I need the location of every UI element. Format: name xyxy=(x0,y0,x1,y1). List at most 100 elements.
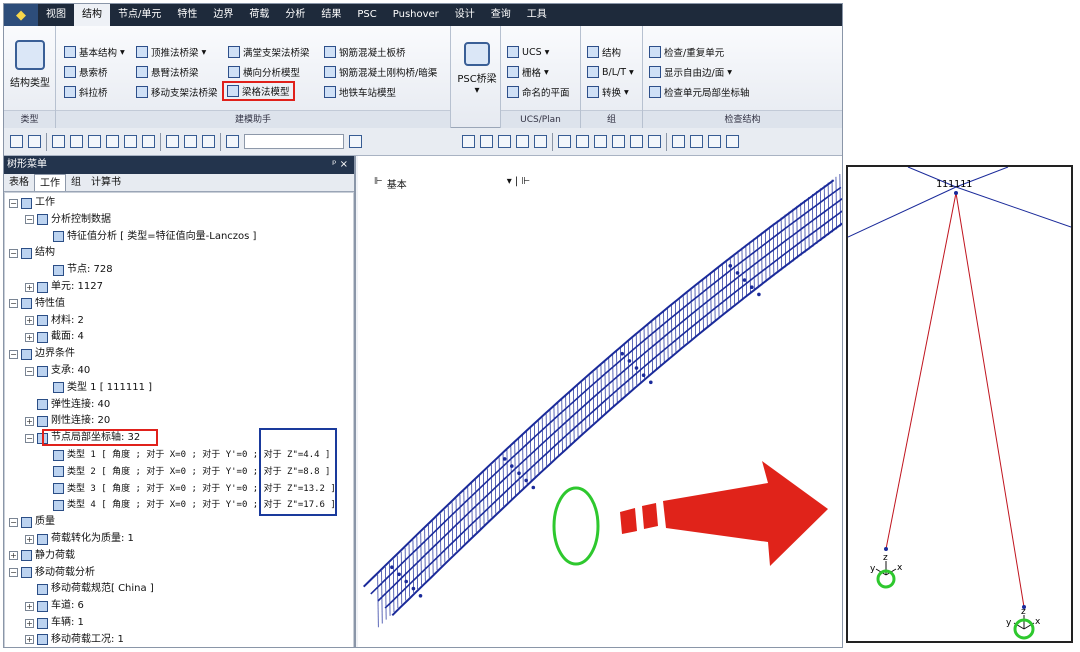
ucs-button[interactable]: UCS ▾ xyxy=(507,44,549,60)
tree-node[interactable]: 类型 1 [ 111111 ] xyxy=(41,380,152,396)
collapse-icon[interactable]: − xyxy=(9,198,18,208)
wizard-grillage[interactable]: 梁格法模型 xyxy=(222,81,295,101)
menu-item[interactable]: 荷载 xyxy=(241,4,277,26)
filter-icon[interactable] xyxy=(88,135,101,148)
tree-node[interactable]: + 截面: 4 xyxy=(25,329,84,345)
collapse-icon[interactable]: − xyxy=(9,517,18,527)
menu-item[interactable]: 工具 xyxy=(519,4,555,26)
menu-item[interactable]: Pushover xyxy=(385,4,447,26)
expand-icon[interactable]: + xyxy=(25,618,34,628)
menu-item[interactable]: 分析 xyxy=(277,4,313,26)
collapse-icon[interactable]: − xyxy=(9,349,18,359)
wizard-rc-slab[interactable]: 钢筋混凝土板桥 xyxy=(324,44,406,60)
psc-bridge-button[interactable]: PSC桥梁 ▾ xyxy=(455,42,499,96)
menu-item[interactable]: 结构 xyxy=(74,4,110,26)
tree-tab[interactable]: 组 xyxy=(66,174,86,191)
menu-item[interactable]: 特性 xyxy=(169,4,205,26)
selection-combo[interactable] xyxy=(244,134,344,149)
view-top-icon[interactable] xyxy=(498,135,511,148)
expand-icon[interactable]: + xyxy=(25,416,34,426)
tree-node[interactable]: + 车道: 6 xyxy=(25,598,84,614)
app-logo-icon[interactable]: ◆ xyxy=(4,4,38,26)
check-local-axis-button[interactable]: 检查单元局部坐标轴 xyxy=(649,84,750,100)
collapse-icon[interactable]: − xyxy=(25,215,34,225)
check-duplicate-button[interactable]: 检查/重复单元 xyxy=(649,44,724,60)
collapse-icon[interactable]: − xyxy=(25,433,34,443)
expand-icon[interactable]: + xyxy=(25,282,34,292)
tree-node[interactable]: − 支承: 40 xyxy=(25,363,90,379)
tree-node[interactable]: − 质量 xyxy=(9,514,55,530)
group-blt-button[interactable]: B/L/T ▾ xyxy=(587,64,634,80)
menu-item[interactable]: 结果 xyxy=(313,4,349,26)
show-free-edge-button[interactable]: 显示自由边/面 ▾ xyxy=(649,64,732,80)
tree-node[interactable]: 节点: 728 xyxy=(41,262,113,278)
tree-node[interactable]: + 单元: 1127 xyxy=(25,279,103,295)
view-side-icon[interactable] xyxy=(480,135,493,148)
pan-icon[interactable] xyxy=(594,135,607,148)
wizard-subway[interactable]: 地铁车站模型 xyxy=(324,84,396,100)
wizard-mss[interactable]: 移动支架法桥梁 xyxy=(136,84,218,100)
expand-icon[interactable]: + xyxy=(25,316,34,326)
tree-node[interactable]: 移动荷载规范[ China ] xyxy=(25,581,154,597)
tree-tab[interactable]: 工作 xyxy=(34,174,66,191)
tree-node[interactable]: − 边界条件 xyxy=(9,346,75,362)
menu-item[interactable]: PSC xyxy=(349,4,384,26)
menu-item[interactable]: 设计 xyxy=(447,4,483,26)
view-front-icon[interactable] xyxy=(462,135,475,148)
pointer-icon[interactable] xyxy=(226,135,239,148)
expand-icon[interactable]: + xyxy=(25,534,34,544)
wizard-basic-structure[interactable]: 基本结构 ▾ xyxy=(64,44,125,60)
collapse-icon[interactable]: − xyxy=(9,299,18,309)
collapse-icon[interactable]: − xyxy=(9,568,18,578)
tree-node[interactable]: 特征值分析 [ 类型=特征值向量-Lanczos ] xyxy=(41,229,256,245)
tree-node[interactable]: − 特性值 xyxy=(9,296,65,312)
wizard-transverse[interactable]: 横向分析模型 xyxy=(228,64,300,80)
menu-item[interactable]: 节点/单元 xyxy=(110,4,169,26)
pin-close-icon[interactable]: ᵖ × xyxy=(332,156,348,174)
wizard-fcm[interactable]: 悬臂法桥梁 xyxy=(136,64,199,80)
zoom-fit-icon[interactable] xyxy=(558,135,571,148)
tree-node[interactable]: − 移动荷载分析 xyxy=(9,565,95,581)
tree-node[interactable]: − 分析控制数据 xyxy=(25,212,111,228)
collapse-icon[interactable]: − xyxy=(25,366,34,376)
tree-node[interactable]: − 结构 xyxy=(9,245,55,261)
inactivate-icon[interactable] xyxy=(202,135,215,148)
wizard-cable-stayed[interactable]: 斜拉桥 xyxy=(64,84,108,100)
named-plane-button[interactable]: 命名的平面 xyxy=(507,84,570,100)
tree-node[interactable]: − 工作 xyxy=(9,195,55,211)
shrink-icon[interactable] xyxy=(690,135,703,148)
expand-icon[interactable]: + xyxy=(9,551,18,561)
tree-node[interactable]: + 材料: 2 xyxy=(25,313,84,329)
filter-dropdown-icon[interactable] xyxy=(349,135,362,148)
wizard-suspension[interactable]: 悬索桥 xyxy=(64,64,108,80)
tree-tab[interactable]: 计算书 xyxy=(86,174,126,191)
tree-node[interactable]: + 荷载转化为质量: 1 xyxy=(25,531,134,547)
activate-icon[interactable] xyxy=(184,135,197,148)
iso-view-icon[interactable] xyxy=(630,135,643,148)
wizard-fsm[interactable]: 满堂支架法桥梁 xyxy=(228,44,310,60)
tree-tab[interactable]: 表格 xyxy=(4,174,34,191)
menu-item[interactable]: 视图 xyxy=(38,4,74,26)
select-element-icon[interactable] xyxy=(124,135,137,148)
back-arrow-icon[interactable] xyxy=(10,135,23,148)
hidden-icon[interactable] xyxy=(648,135,661,148)
tree-node[interactable]: + 车辆: 1 xyxy=(25,615,84,631)
forward-arrow-icon[interactable] xyxy=(28,135,41,148)
select-window-icon[interactable] xyxy=(70,135,83,148)
unselect-icon[interactable] xyxy=(166,135,179,148)
display-icon[interactable] xyxy=(672,135,685,148)
menu-item[interactable]: 查询 xyxy=(483,4,519,26)
wizard-rc-frame[interactable]: 钢筋混凝土刚构桥/暗渠 xyxy=(324,64,437,80)
group-convert-button[interactable]: 转换 ▾ xyxy=(587,84,629,100)
group-structure-button[interactable]: 结构 xyxy=(587,44,621,60)
save-view-icon[interactable] xyxy=(708,135,721,148)
tree-node[interactable]: 弹性连接: 40 xyxy=(25,397,110,413)
structure-type-button[interactable]: 结构类型 xyxy=(8,40,52,89)
expand-icon[interactable]: + xyxy=(25,635,34,645)
expand-icon[interactable]: + xyxy=(25,332,34,342)
polygon-select-icon[interactable] xyxy=(106,135,119,148)
collapse-icon[interactable]: − xyxy=(9,248,18,258)
tree-node[interactable]: + 移动荷载工况: 1 xyxy=(25,632,124,647)
circle-select-icon[interactable] xyxy=(142,135,155,148)
grid-button[interactable]: 栅格 ▾ xyxy=(507,64,549,80)
